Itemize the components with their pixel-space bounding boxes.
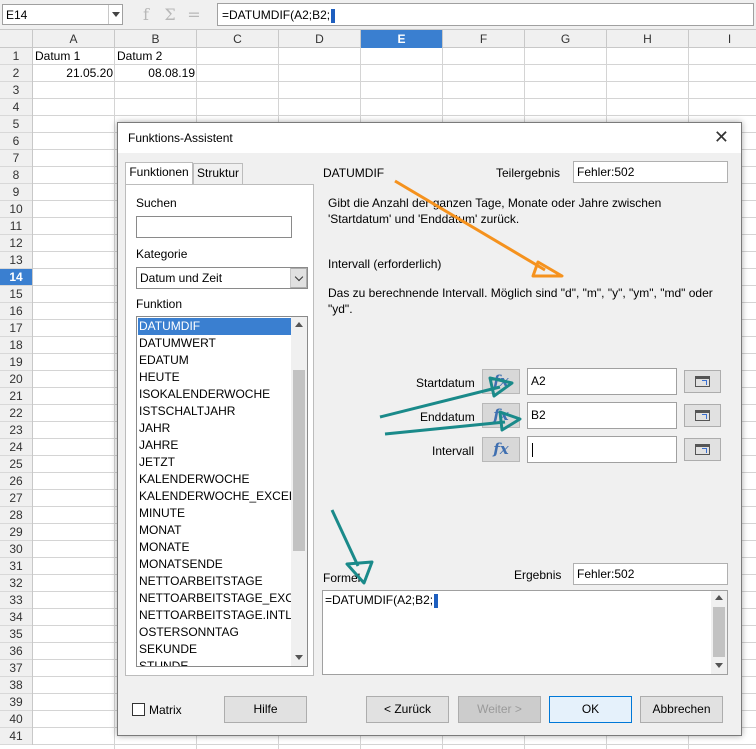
teal-arrow-enddatum bbox=[384, 410, 522, 436]
teal-arrow-formel bbox=[330, 509, 374, 585]
orange-arrow bbox=[394, 179, 564, 278]
annotation-arrows bbox=[330, 179, 564, 585]
teal-arrow-startdatum bbox=[379, 376, 514, 419]
